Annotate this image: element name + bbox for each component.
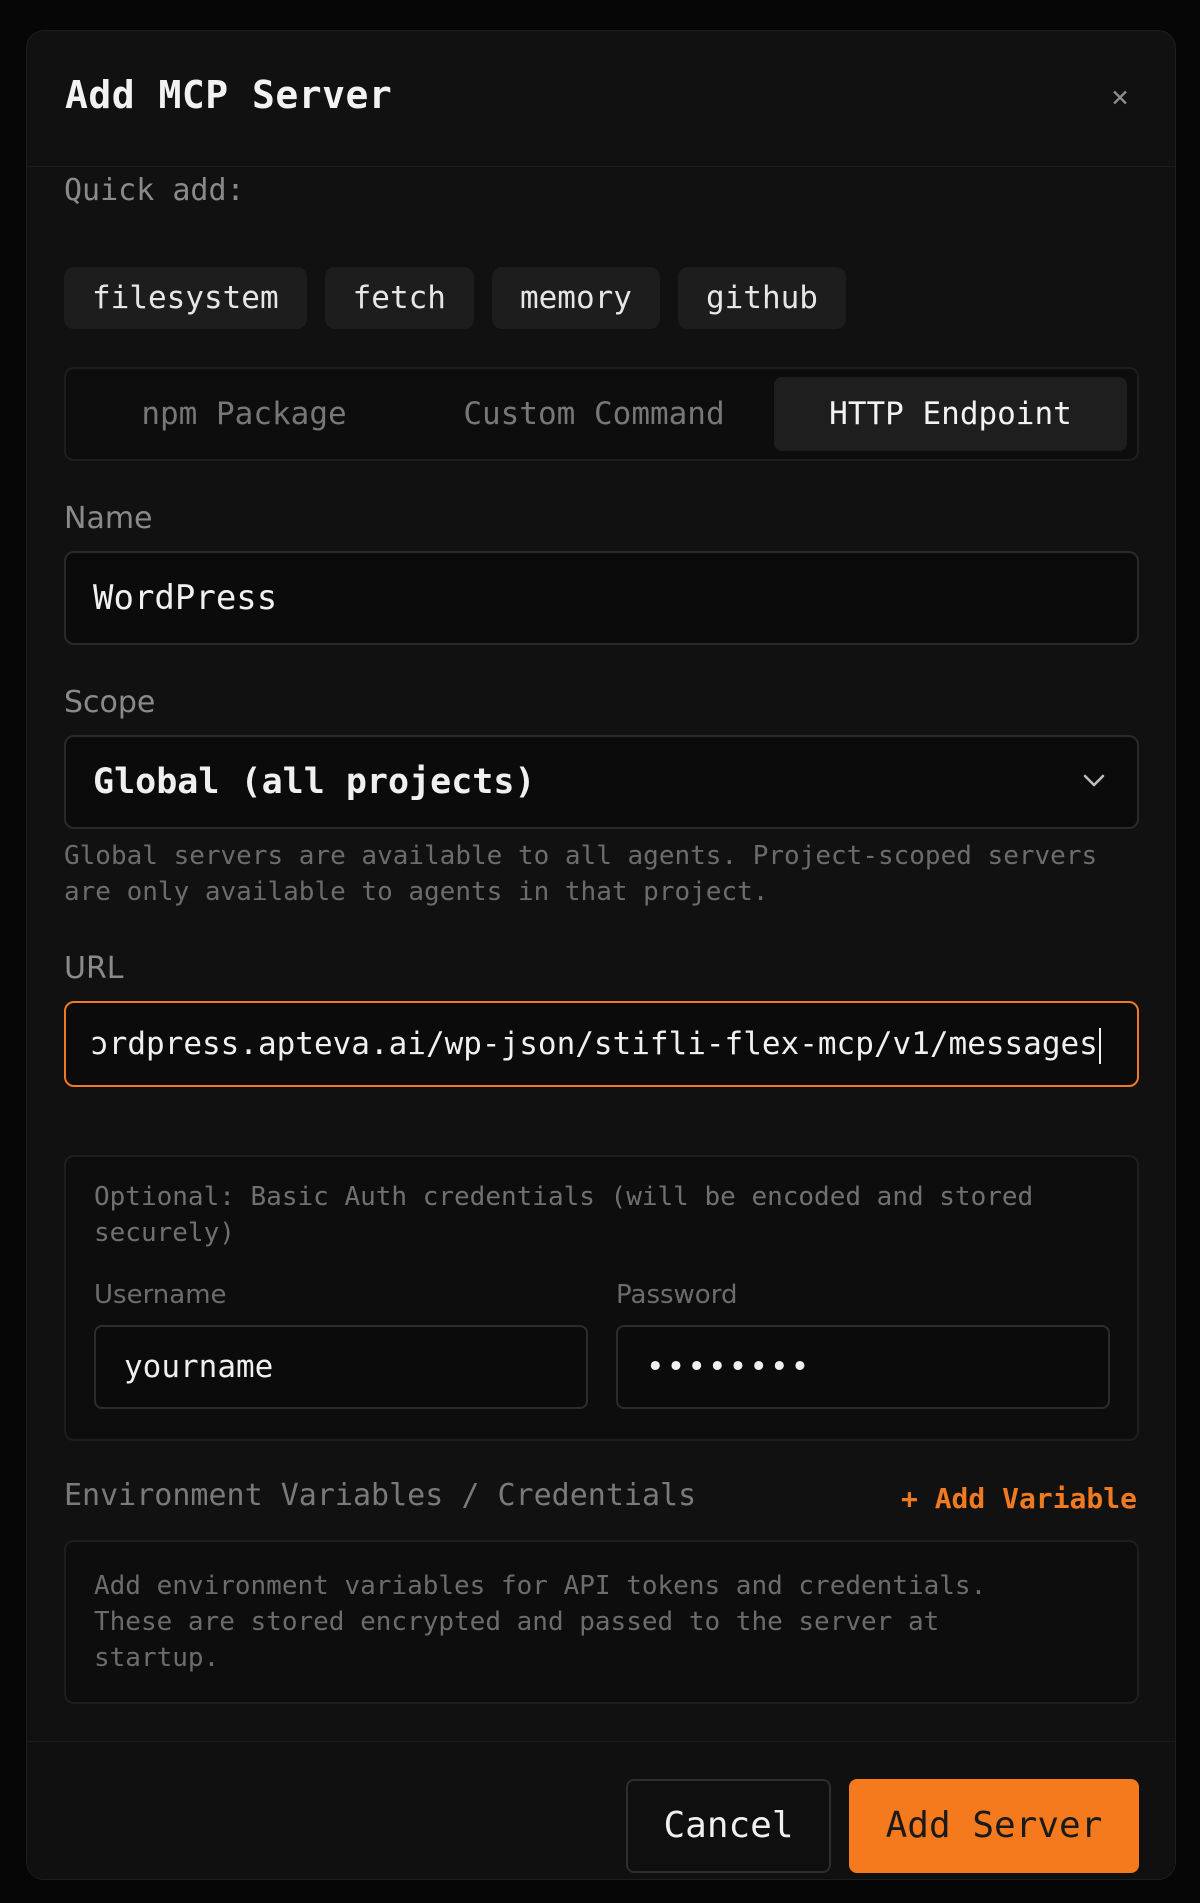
quick-add-chips: filesystem fetch memory github: [64, 267, 846, 329]
cancel-button[interactable]: Cancel: [626, 1779, 831, 1873]
tab-npm-package[interactable]: npm Package: [74, 377, 414, 451]
env-variables-empty-state: Add environment variables for API tokens…: [64, 1540, 1139, 1704]
auth-note-line-2: securely): [94, 1218, 235, 1248]
scope-select-value: Global (all projects): [93, 762, 536, 802]
username-input-value: yourname: [124, 1349, 274, 1385]
dialog-header: Add MCP Server ×: [27, 31, 1175, 167]
scope-help-line-2: are only available to agents in that pro…: [64, 877, 769, 907]
url-input[interactable]: ɔrdpress.apteva.ai/wp-json/stifli-flex-m…: [64, 1001, 1139, 1087]
name-input[interactable]: WordPress: [64, 551, 1139, 645]
chevron-down-icon: [1083, 774, 1105, 787]
tab-http-endpoint[interactable]: HTTP Endpoint: [774, 377, 1127, 451]
server-type-tabs: npm Package Custom Command HTTP Endpoint: [64, 367, 1139, 461]
password-input-value: ••••••••: [646, 1349, 812, 1385]
quick-add-fetch[interactable]: fetch: [324, 267, 474, 329]
env-help-line-1: Add environment variables for API tokens…: [94, 1571, 987, 1601]
quick-add-label: Quick add:: [64, 173, 245, 208]
quick-add-github[interactable]: github: [677, 267, 846, 329]
add-server-button[interactable]: Add Server: [849, 1779, 1139, 1873]
auth-note-line-1: Optional: Basic Auth credentials (will b…: [94, 1182, 1034, 1212]
add-mcp-server-dialog: Add MCP Server × Quick add: filesystem f…: [26, 30, 1176, 1880]
url-input-value: ɔrdpress.apteva.ai/wp-json/stifli-flex-m…: [90, 1003, 1101, 1085]
env-help-line-2: These are stored encrypted and passed to…: [94, 1607, 940, 1637]
name-label: Name: [64, 501, 153, 536]
scope-select[interactable]: Global (all projects): [64, 735, 1139, 829]
url-label: URL: [64, 951, 124, 986]
scope-help-line-1: Global servers are available to all agen…: [64, 841, 1098, 871]
add-variable-button[interactable]: + Add Variable: [901, 1482, 1137, 1515]
env-help-line-3: startup.: [94, 1643, 220, 1673]
url-input-text: ɔrdpress.apteva.ai/wp-json/stifli-flex-m…: [90, 1026, 1098, 1062]
username-input[interactable]: yourname: [94, 1325, 588, 1409]
env-variables-label: Environment Variables / Credentials: [64, 1478, 697, 1513]
quick-add-filesystem[interactable]: filesystem: [64, 267, 307, 329]
scope-label: Scope: [64, 685, 156, 720]
password-label: Password: [616, 1280, 738, 1310]
name-input-value: WordPress: [93, 578, 278, 618]
basic-auth-section: Optional: Basic Auth credentials (will b…: [64, 1155, 1139, 1441]
tab-custom-command[interactable]: Custom Command: [418, 377, 770, 451]
username-label: Username: [94, 1280, 227, 1310]
password-input[interactable]: ••••••••: [616, 1325, 1110, 1409]
quick-add-memory[interactable]: memory: [491, 267, 660, 329]
text-caret: [1098, 1027, 1101, 1064]
close-icon[interactable]: ×: [1105, 83, 1135, 113]
dialog-title: Add MCP Server: [65, 73, 393, 117]
